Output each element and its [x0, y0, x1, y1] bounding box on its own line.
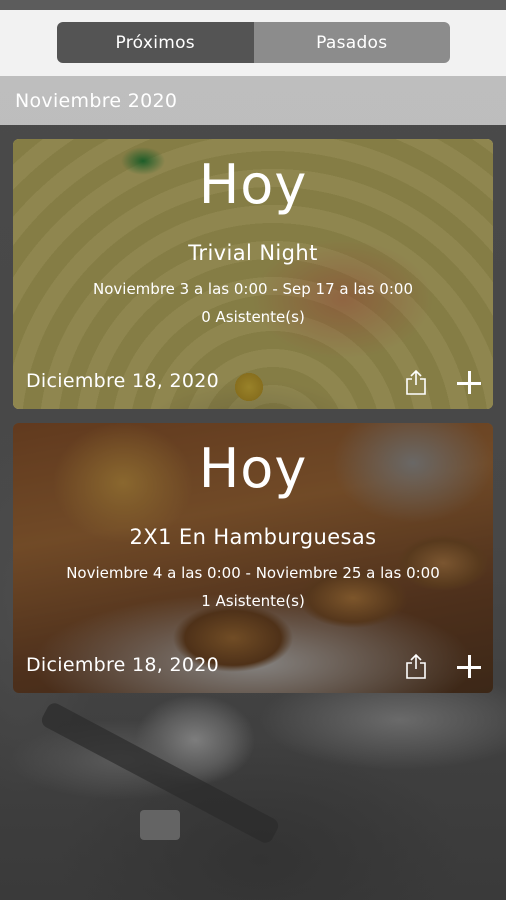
event-footer-date: Diciembre 18, 2020 [26, 654, 220, 676]
plus-icon[interactable] [456, 654, 482, 680]
event-title: 2X1 En Hamburguesas [129, 525, 377, 549]
event-card-trivial-night[interactable]: Hoy Trivial Night Noviembre 3 a las 0:00… [13, 139, 493, 409]
top-strip [0, 0, 506, 10]
share-icon[interactable] [404, 652, 428, 680]
event-day-label: Hoy [198, 437, 308, 500]
event-date-range: Noviembre 4 a las 0:00 - Noviembre 25 a … [66, 564, 440, 582]
month-header-label: Noviembre 2020 [15, 89, 178, 112]
segmented-control: Próximos Pasados [57, 22, 450, 63]
plus-icon[interactable] [456, 370, 482, 396]
event-date-range: Noviembre 3 a las 0:00 - Sep 17 a las 0:… [93, 280, 413, 298]
share-icon-glyph [406, 653, 426, 679]
tab-proximos[interactable]: Próximos [57, 22, 254, 63]
event-attendees: 1 Asistente(s) [201, 592, 305, 610]
event-title: Trivial Night [188, 241, 318, 265]
background-handle [140, 810, 180, 840]
event-card-2x1-hamburguesas[interactable]: Hoy 2X1 En Hamburguesas Noviembre 4 a la… [13, 423, 493, 693]
tab-bar: Próximos Pasados [0, 10, 506, 76]
event-attendees: 0 Asistente(s) [201, 308, 305, 326]
tab-pasados[interactable]: Pasados [253, 22, 450, 63]
event-footer-date: Diciembre 18, 2020 [26, 370, 220, 392]
event-day-label: Hoy [198, 153, 308, 216]
share-icon[interactable] [404, 368, 428, 396]
month-header: Noviembre 2020 [0, 76, 506, 125]
share-icon-glyph [406, 369, 426, 395]
